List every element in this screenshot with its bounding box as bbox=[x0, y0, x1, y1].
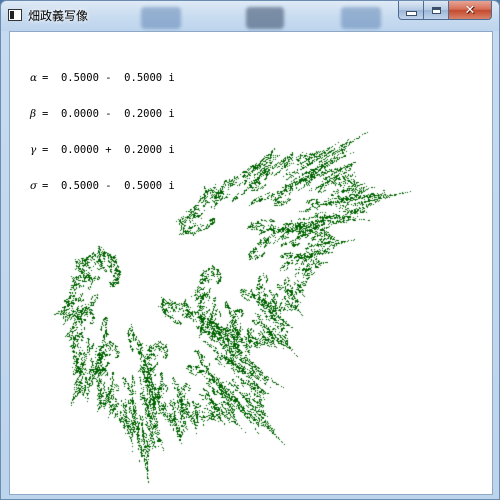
maximize-button[interactable] bbox=[424, 1, 449, 20]
parameter-value: = 0.5000 - 0.5000 i bbox=[42, 180, 175, 192]
parameter-symbol: β bbox=[30, 108, 37, 120]
glass-reflection bbox=[141, 7, 181, 29]
parameter-row: σ = 0.5000 - 0.5000 i bbox=[30, 180, 175, 192]
app-window: 畑政義写像 ✕ α = 0.5000 - 0.5000 i β = 0.0000 -… bbox=[0, 0, 500, 500]
parameter-symbol: α bbox=[30, 72, 38, 84]
parameter-value: = 0.0000 + 0.2000 i bbox=[42, 144, 175, 156]
app-window-icon[interactable] bbox=[8, 9, 22, 21]
title-bar[interactable]: 畑政義写像 ✕ bbox=[1, 1, 499, 31]
minimize-button[interactable] bbox=[398, 1, 424, 20]
parameter-symbol: γ bbox=[30, 144, 37, 156]
window-title: 畑政義写像 bbox=[28, 9, 89, 23]
glass-reflection bbox=[246, 7, 284, 29]
close-button[interactable]: ✕ bbox=[449, 1, 492, 20]
parameter-list: α = 0.5000 - 0.5000 i β = 0.0000 - 0.2000 … bbox=[30, 48, 175, 216]
parameter-symbol: σ bbox=[30, 180, 38, 192]
parameter-value: = 0.5000 - 0.5000 i bbox=[42, 72, 175, 84]
minimize-icon bbox=[405, 10, 417, 16]
parameter-row: β = 0.0000 - 0.2000 i bbox=[30, 108, 175, 120]
maximize-icon bbox=[431, 6, 441, 14]
caption-buttons: ✕ bbox=[398, 1, 492, 20]
close-icon: ✕ bbox=[464, 2, 476, 18]
parameter-row: γ = 0.0000 + 0.2000 i bbox=[30, 144, 175, 156]
parameter-row: α = 0.5000 - 0.5000 i bbox=[30, 72, 175, 84]
glass-reflection bbox=[341, 7, 381, 29]
parameter-value: = 0.0000 - 0.2000 i bbox=[42, 108, 175, 120]
drawing-canvas: α = 0.5000 - 0.5000 i β = 0.0000 - 0.2000 … bbox=[9, 31, 493, 495]
